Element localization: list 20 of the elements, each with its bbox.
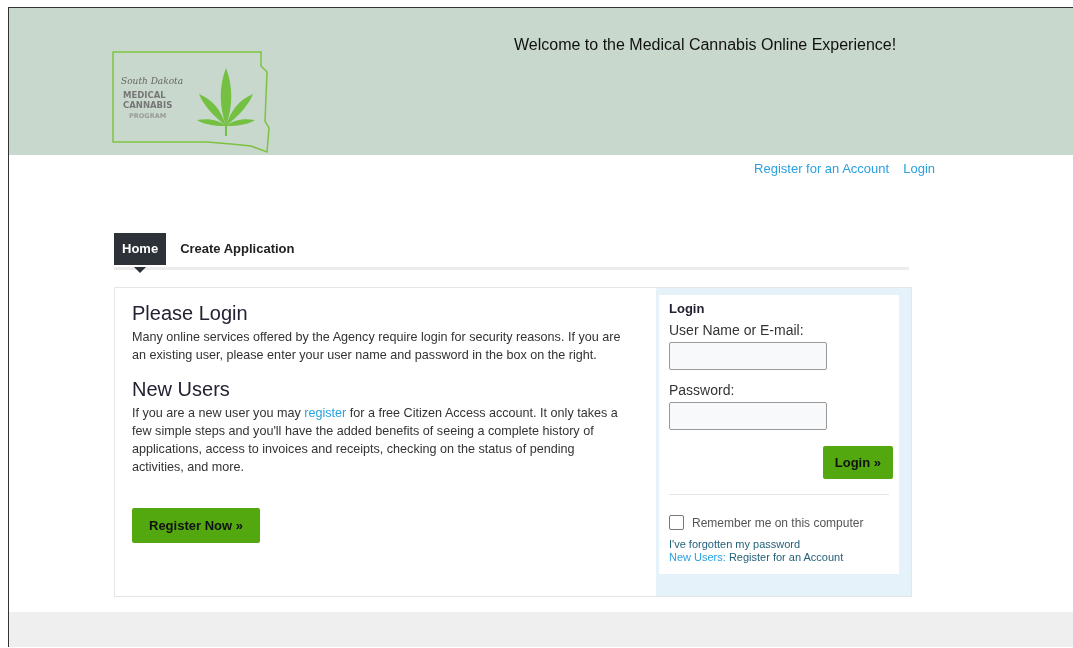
register-now-button[interactable]: Register Now »: [132, 508, 260, 543]
section-heading: Please Login: [132, 302, 249, 325]
register-account-link[interactable]: Register for an Account: [728, 551, 844, 563]
field-label: User Name or E-mail:: [669, 322, 805, 338]
remember-checkbox[interactable]: [669, 515, 684, 530]
input-field[interactable]: [669, 342, 827, 370]
remember-label: Remember me on this computer: [692, 515, 864, 530]
nav-tab[interactable]: Home: [114, 233, 167, 265]
forgot-password-link[interactable]: I've forgotten my password: [669, 538, 889, 551]
tab-pointer-icon: [134, 267, 147, 273]
nav-tab[interactable]: Create Application: [172, 233, 303, 265]
section-text: Many online services offered by the Agency require login for security reasons. If you are an existing user, please enter your user name and password in the box on the right.: [132, 329, 622, 364]
login-title: Login: [669, 301, 706, 316]
input-field[interactable]: [669, 402, 827, 430]
login-button[interactable]: Login »: [822, 446, 893, 479]
new-users-label: New Users:: [669, 551, 726, 563]
field-label: Password:: [669, 382, 736, 398]
section-text: If you are a new user you may register for a free Citizen Access account. It only takes a few simple steps and you'll have the added benefits of seeing a complete history of applications, access to invoices and receipts, checking on the status of pending activities, and more.: [132, 405, 619, 476]
welcome-title: Welcome to the Medical Cannabis Online Experience!: [514, 36, 897, 54]
section-heading: New Users: [132, 378, 231, 401]
